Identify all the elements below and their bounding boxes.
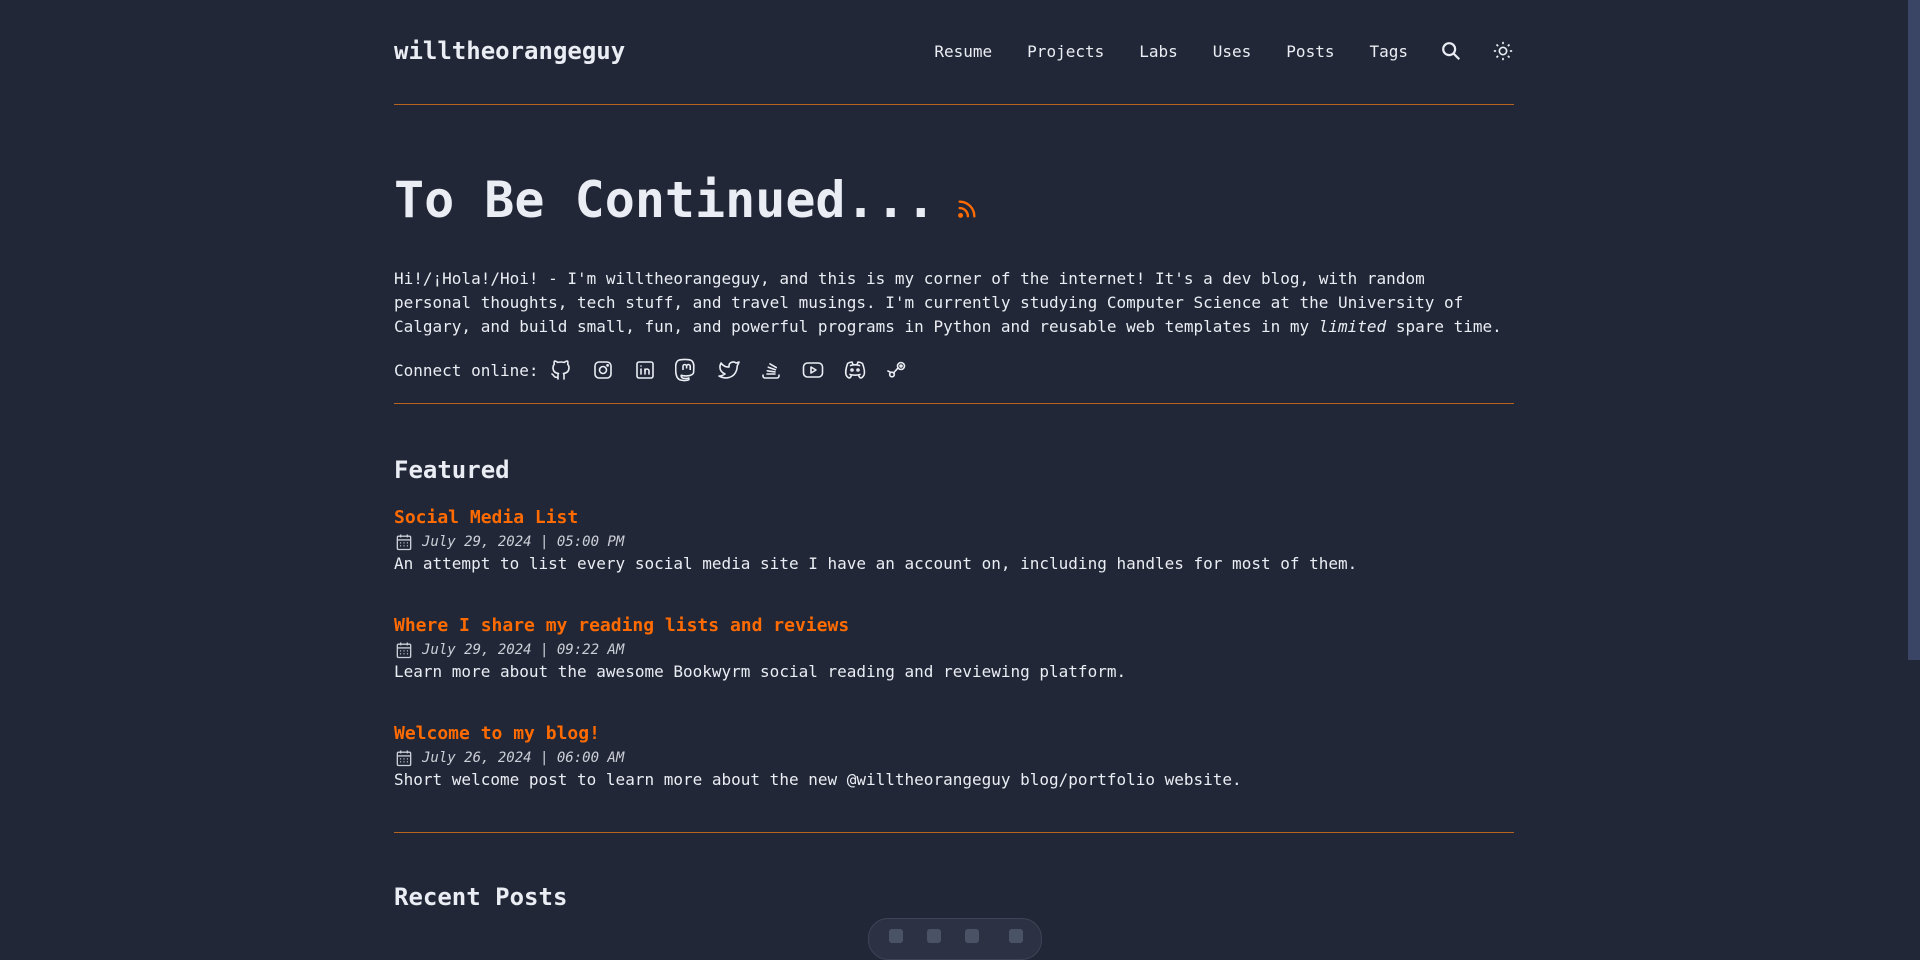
recent-posts-section: Recent Posts bbox=[394, 833, 1514, 913]
twitter-icon[interactable] bbox=[717, 358, 741, 382]
rss-icon[interactable] bbox=[956, 198, 978, 220]
post-date-text: July 29, 2024 | 05:00 PM bbox=[422, 534, 625, 550]
post-title-link[interactable]: Social Media List bbox=[394, 505, 1514, 531]
toolbar-icon[interactable] bbox=[927, 929, 941, 943]
post-title-link[interactable]: Where I share my reading lists and revie… bbox=[394, 613, 1514, 639]
social-links: Connect online: bbox=[394, 358, 1514, 382]
nav-labs[interactable]: Labs bbox=[1139, 42, 1178, 61]
steam-icon[interactable] bbox=[885, 358, 909, 382]
scrollbar[interactable] bbox=[1908, 0, 1920, 660]
intro-text: Hi!/¡Hola!/Hoi! - I'm willtheorangeguy, … bbox=[394, 269, 1464, 336]
featured-section: Featured Social Media List July 29, 2024… bbox=[394, 404, 1514, 833]
nav-posts[interactable]: Posts bbox=[1286, 42, 1334, 61]
instagram-icon[interactable] bbox=[591, 358, 615, 382]
discord-icon[interactable] bbox=[843, 358, 867, 382]
linkedin-icon[interactable] bbox=[633, 358, 657, 382]
hero-title-text: To Be Continued... bbox=[394, 171, 936, 229]
toolbar-icon[interactable] bbox=[1009, 929, 1023, 943]
floating-toolbar bbox=[868, 918, 1042, 960]
post-description: An attempt to list every social media si… bbox=[394, 554, 1358, 573]
page-container: willtheorangeguy Resume Projects Labs Us… bbox=[394, 0, 1514, 913]
github-icon[interactable] bbox=[549, 358, 573, 382]
post-date: July 29, 2024 | 09:22 AM bbox=[394, 640, 1514, 660]
calendar-icon bbox=[396, 642, 412, 659]
post-description: Learn more about the awesome Bookwyrm so… bbox=[394, 662, 1127, 681]
nav-uses[interactable]: Uses bbox=[1213, 42, 1252, 61]
hero-section: To Be Continued... Hi!/¡Hola!/Hoi! - I'm… bbox=[394, 105, 1514, 404]
post-item: Social Media List July 29, 2024 | 05:00 … bbox=[394, 505, 1514, 576]
post-date: July 26, 2024 | 06:00 AM bbox=[394, 748, 1514, 768]
post-item: Welcome to my blog! July 26, 2024 | 06:0… bbox=[394, 721, 1514, 792]
nav-resume[interactable]: Resume bbox=[934, 42, 992, 61]
intro-emphasis: limited bbox=[1318, 317, 1387, 336]
connect-label: Connect online: bbox=[394, 360, 539, 380]
recent-posts-heading: Recent Posts bbox=[394, 883, 568, 911]
search-icon[interactable] bbox=[1440, 40, 1462, 62]
social-icons bbox=[549, 358, 927, 382]
intro-text-end: spare time. bbox=[1386, 317, 1502, 336]
post-date-text: July 29, 2024 | 09:22 AM bbox=[422, 642, 625, 658]
sun-icon[interactable] bbox=[1492, 40, 1514, 62]
main-nav: Resume Projects Labs Uses Posts Tags bbox=[934, 40, 1514, 62]
post-title-link[interactable]: Welcome to my blog! bbox=[394, 721, 1514, 747]
toolbar-icon[interactable] bbox=[965, 929, 979, 943]
stackoverflow-icon[interactable] bbox=[759, 358, 783, 382]
featured-heading: Featured bbox=[394, 456, 510, 484]
youtube-icon[interactable] bbox=[801, 358, 825, 382]
calendar-icon bbox=[396, 534, 412, 551]
nav-tags[interactable]: Tags bbox=[1369, 42, 1408, 61]
post-description: Short welcome post to learn more about t… bbox=[394, 770, 1242, 789]
site-header: willtheorangeguy Resume Projects Labs Us… bbox=[394, 0, 1514, 105]
site-title-link[interactable]: willtheorangeguy bbox=[394, 37, 625, 65]
mastodon-icon[interactable] bbox=[674, 358, 699, 382]
post-item: Where I share my reading lists and revie… bbox=[394, 613, 1514, 684]
toolbar-icon[interactable] bbox=[889, 929, 903, 943]
post-date: July 29, 2024 | 05:00 PM bbox=[394, 532, 1514, 552]
intro-paragraph: Hi!/¡Hola!/Hoi! - I'm willtheorangeguy, … bbox=[394, 267, 1509, 339]
post-date-text: July 26, 2024 | 06:00 AM bbox=[422, 750, 625, 766]
nav-projects[interactable]: Projects bbox=[1027, 42, 1104, 61]
hero-title: To Be Continued... bbox=[394, 167, 1514, 233]
calendar-icon bbox=[396, 750, 412, 767]
